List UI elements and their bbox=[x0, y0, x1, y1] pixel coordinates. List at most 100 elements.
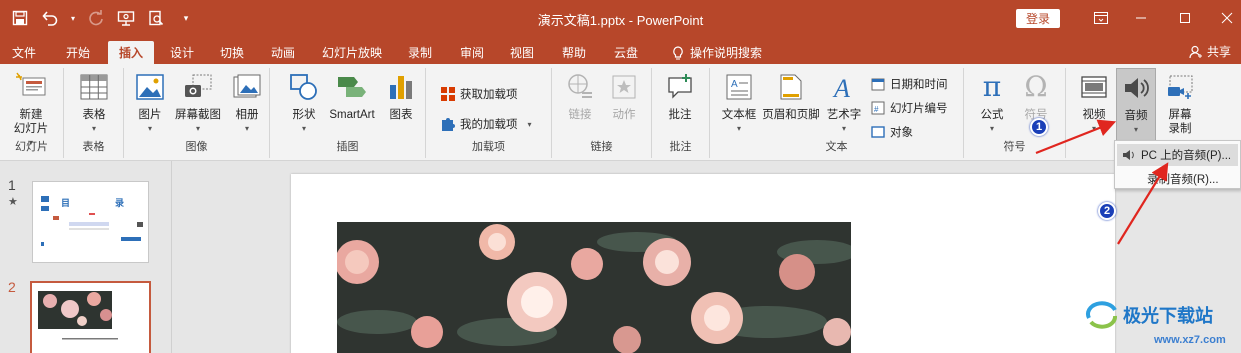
record-audio-item[interactable]: 录制音频(R)... bbox=[1117, 168, 1238, 190]
slide-thumbnail-2-selected[interactable] bbox=[30, 281, 151, 353]
album-label: 相册 bbox=[235, 109, 259, 121]
slide-number-button[interactable]: # 幻灯片编号 bbox=[870, 98, 948, 118]
equation-label: 公式 bbox=[980, 109, 1004, 121]
watermark-logo: 极光下载站 bbox=[1085, 300, 1213, 330]
print-preview-icon[interactable] bbox=[144, 6, 168, 30]
header-footer-icon bbox=[774, 70, 808, 104]
redo-icon[interactable] bbox=[84, 6, 108, 30]
maximize-icon[interactable] bbox=[1162, 6, 1208, 30]
tab-file[interactable]: 文件 bbox=[2, 41, 46, 64]
slide-thumbnail-1[interactable]: 目 录 bbox=[32, 181, 149, 263]
textbox-button[interactable]: A 文本框 ▾ bbox=[718, 70, 760, 136]
screenshot-label: 屏幕截图 bbox=[175, 109, 221, 121]
new-slide-label-2: 幻灯片 bbox=[13, 123, 49, 135]
present-icon[interactable] bbox=[114, 6, 138, 30]
globe-link-icon bbox=[563, 70, 597, 104]
chevron-down-icon: ▾ bbox=[527, 119, 532, 129]
comment-button[interactable]: 批注 bbox=[660, 70, 700, 122]
video-label: 视频 bbox=[1082, 109, 1106, 121]
tell-me-search[interactable]: 操作说明搜索 bbox=[662, 41, 772, 64]
speaker-icon bbox=[1119, 71, 1153, 105]
group-images: 图片 ▾ 屏幕截图 ▾ 相册 ▾ 图像 bbox=[124, 68, 270, 158]
tab-animations[interactable]: 动画 bbox=[261, 41, 305, 64]
undo-dropdown-icon[interactable]: ▾ bbox=[68, 6, 78, 30]
header-footer-button[interactable]: 页眉和页脚 bbox=[762, 70, 820, 122]
group-slides: 新建 幻灯片 ▾ 幻灯片 bbox=[0, 68, 64, 158]
group-label-comments: 批注 bbox=[669, 141, 692, 153]
album-button[interactable]: 相册 ▾ bbox=[228, 70, 266, 136]
tab-record[interactable]: 录制 bbox=[398, 41, 442, 64]
get-addins-label: 获取加载项 bbox=[460, 89, 518, 101]
screen-record-icon bbox=[1163, 70, 1197, 104]
audio-button[interactable]: 音频 ▾ bbox=[1116, 68, 1156, 144]
group-label-addins: 加载项 bbox=[472, 141, 505, 153]
screen-recording-button[interactable]: 屏幕 录制 bbox=[1160, 70, 1200, 136]
datetime-button[interactable]: 日期和时间 bbox=[870, 74, 948, 94]
group-text: A 文本框 ▾ 页眉和页脚 A 艺术字 ▾ 日期和时间 # 幻灯片编号 对象 文… bbox=[710, 68, 964, 158]
equation-button[interactable]: π 公式 ▾ bbox=[972, 70, 1012, 136]
slide-2-preview bbox=[38, 291, 118, 340]
annotation-badge-1: 1 bbox=[1030, 118, 1048, 136]
slide-1-title-right: 录 bbox=[115, 198, 125, 208]
record-audio-label: 录制音频(R)... bbox=[1147, 174, 1219, 186]
login-button[interactable]: 登录 bbox=[1016, 9, 1060, 28]
tab-transitions[interactable]: 切换 bbox=[210, 41, 254, 64]
watermark-text: 极光下载站 bbox=[1123, 306, 1213, 327]
speaker-small-icon bbox=[1117, 149, 1141, 161]
screenshot-button[interactable]: 屏幕截图 ▾ bbox=[170, 70, 226, 136]
chevron-down-icon: ▾ bbox=[301, 124, 306, 133]
chevron-down-icon: ▾ bbox=[736, 124, 741, 133]
table-label: 表格 bbox=[82, 109, 106, 121]
group-tables: 表格 ▾ 表格 bbox=[64, 68, 124, 158]
slide-1-title-left: 目 bbox=[61, 198, 71, 208]
share-button[interactable]: 共享 bbox=[1189, 43, 1231, 60]
action-label: 动作 bbox=[612, 109, 636, 121]
group-symbols: π 公式 ▾ Ω 符号 符号 bbox=[964, 68, 1066, 158]
link-button[interactable]: 链接 bbox=[560, 70, 600, 122]
chart-button[interactable]: 图表 bbox=[382, 70, 420, 122]
table-button[interactable]: 表格 ▾ bbox=[72, 70, 116, 136]
tab-view[interactable]: 视图 bbox=[500, 41, 544, 64]
picture-button[interactable]: 图片 ▾ bbox=[130, 70, 170, 136]
rose-photo[interactable] bbox=[337, 222, 851, 353]
save-icon[interactable] bbox=[8, 6, 32, 30]
tab-insert[interactable]: 插入 bbox=[108, 41, 154, 64]
tab-home[interactable]: 开始 bbox=[56, 41, 100, 64]
group-label-text: 文本 bbox=[825, 141, 848, 153]
tab-slideshow[interactable]: 幻灯片放映 bbox=[314, 41, 390, 64]
shapes-button[interactable]: 形状 ▾ bbox=[284, 70, 324, 136]
close-icon[interactable] bbox=[1204, 6, 1241, 30]
tab-design[interactable]: 设计 bbox=[160, 41, 204, 64]
smartart-icon bbox=[335, 70, 369, 104]
chevron-down-icon: ▾ bbox=[841, 124, 846, 133]
undo-icon[interactable] bbox=[38, 6, 62, 30]
audio-from-pc-item[interactable]: PC 上的音频(P)... bbox=[1117, 144, 1238, 166]
new-slide-label-1: 新建 bbox=[19, 109, 43, 121]
datetime-label: 日期和时间 bbox=[890, 79, 948, 91]
group-links: 链接 动作 链接 bbox=[552, 68, 652, 158]
my-addins-button[interactable]: 我的加载项 ▾ bbox=[440, 114, 532, 134]
wordart-button[interactable]: A 艺术字 ▾ bbox=[824, 70, 864, 136]
symbol-button[interactable]: Ω 符号 bbox=[1016, 70, 1056, 122]
tab-cloud[interactable]: 云盘 bbox=[604, 41, 648, 64]
smartart-button[interactable]: SmartArt bbox=[324, 70, 380, 122]
lightbulb-icon bbox=[673, 45, 683, 59]
action-button[interactable]: 动作 bbox=[604, 70, 644, 122]
minimize-icon[interactable] bbox=[1118, 6, 1164, 30]
screen-recording-label-1: 屏幕 bbox=[1168, 109, 1192, 121]
tab-review[interactable]: 审阅 bbox=[450, 41, 494, 64]
chevron-down-icon: ▾ bbox=[244, 124, 249, 133]
audio-from-pc-label: PC 上的音频(P)... bbox=[1141, 150, 1232, 162]
slide-thumbnail-panel[interactable]: 1 ★ 目 录 2 bbox=[0, 161, 172, 353]
bar-chart-icon bbox=[384, 70, 418, 104]
audio-dropdown-menu: PC 上的音频(P)... 录制音频(R)... bbox=[1114, 140, 1241, 189]
group-comments: 批注 批注 bbox=[652, 68, 710, 158]
chevron-down-icon: ▾ bbox=[195, 124, 200, 133]
svg-text:#: # bbox=[874, 105, 879, 114]
get-addins-button[interactable]: 获取加载项 bbox=[440, 84, 518, 104]
video-button[interactable]: 视频 ▾ bbox=[1074, 70, 1114, 136]
customize-qat-icon[interactable]: ▾ bbox=[174, 6, 198, 30]
comment-icon bbox=[663, 70, 697, 104]
tab-help[interactable]: 帮助 bbox=[552, 41, 596, 64]
screen-recording-label-2: 录制 bbox=[1168, 123, 1192, 135]
